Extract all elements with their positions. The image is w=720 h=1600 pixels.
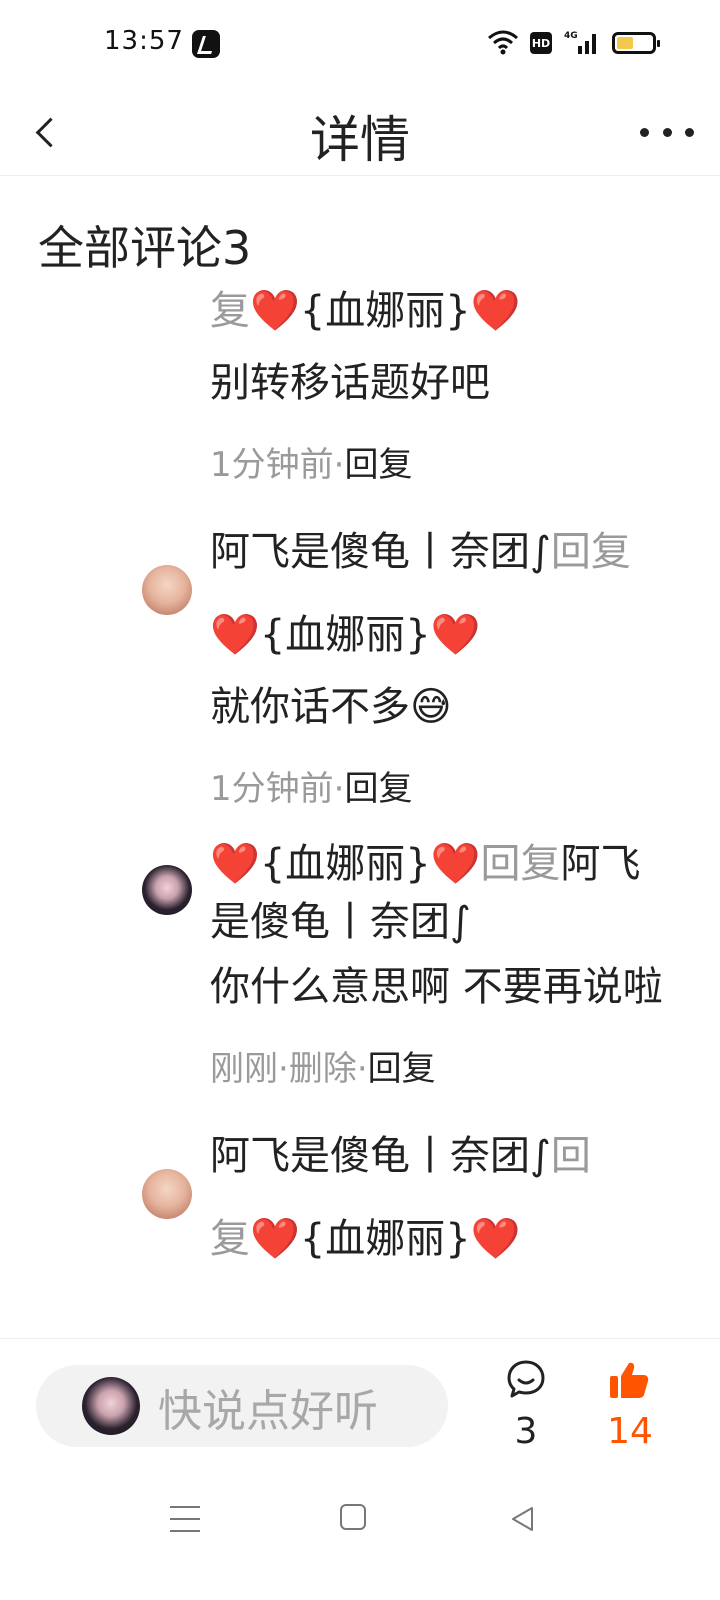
delete-button[interactable]: 删除 bbox=[289, 1049, 357, 1089]
input-placeholder: 快说点好听 bbox=[158, 1386, 378, 1437]
user-avatar[interactable] bbox=[142, 865, 192, 915]
reply-word-end: 复 bbox=[210, 1216, 250, 1262]
heart-emoji: ❤️ bbox=[470, 288, 521, 334]
more-dot-icon bbox=[640, 127, 649, 137]
reply-word: 回复 bbox=[480, 841, 561, 887]
reply-button[interactable]: 回复 bbox=[368, 1049, 436, 1089]
comment-body: 别转移话题好吧 bbox=[210, 360, 490, 406]
heart-emoji: ❤️ bbox=[470, 1216, 521, 1262]
reply-target-name[interactable]: {血娜丽} bbox=[300, 1216, 471, 1262]
nav-home-button[interactable] bbox=[340, 1504, 366, 1530]
like-button[interactable]: 14 bbox=[598, 1359, 662, 1459]
signal-icon: 4G bbox=[564, 31, 596, 54]
comment-header-line: ❤️{血娜丽}❤️回复阿飞是傻龟丨奈团∫ bbox=[210, 835, 680, 951]
reply-target-name[interactable]: {血娜丽} bbox=[260, 612, 431, 658]
meta-separator: · bbox=[356, 1049, 368, 1089]
comment-reply-line: 复❤️{血娜丽}❤️ bbox=[210, 286, 680, 353]
thumbs-up-icon bbox=[610, 1362, 649, 1398]
comment-meta: 1分钟前·回复 bbox=[210, 765, 680, 813]
wifi-icon bbox=[488, 30, 518, 55]
comment-header-line: 阿飞是傻龟丨奈团∫回复 ❤️{血娜丽}❤️ bbox=[210, 511, 680, 677]
meta-separator: · bbox=[333, 769, 345, 809]
page-title: 详情 bbox=[310, 111, 410, 169]
reply-target-name-start[interactable]: 阿 bbox=[561, 841, 601, 887]
my-avatar bbox=[82, 1377, 140, 1435]
comment-body: 就你话不多😅 bbox=[210, 684, 452, 730]
comment-time: 刚刚 bbox=[210, 1049, 278, 1089]
nav-back-button[interactable] bbox=[508, 1504, 538, 1534]
all-comments-title: 全部评论3 bbox=[38, 221, 252, 275]
reply-word: 复 bbox=[210, 288, 250, 334]
reply-word-start: 回 bbox=[550, 1133, 591, 1179]
like-count: 14 bbox=[607, 1411, 653, 1452]
comment-item: 阿飞是傻龟丨奈团∫回 复❤️{血娜丽}❤️ bbox=[0, 1115, 720, 1281]
network-type-label: 4G bbox=[564, 31, 578, 41]
status-time: 13:57 bbox=[104, 26, 184, 56]
app-notification-icon bbox=[192, 30, 220, 58]
hd-icon: HD bbox=[530, 32, 552, 54]
user-avatar[interactable] bbox=[142, 565, 192, 615]
comment-item: 复❤️{血娜丽}❤️ 别转移话题好吧 1分钟前·回复 bbox=[0, 286, 720, 489]
user-avatar[interactable] bbox=[142, 1169, 192, 1219]
header-bar: 详情 bbox=[0, 88, 720, 176]
comment-header-line-continued: 复❤️{血娜丽}❤️ bbox=[210, 1198, 680, 1281]
commenter-name[interactable]: {血娜丽} bbox=[260, 841, 431, 887]
reply-button[interactable]: 回复 bbox=[344, 445, 412, 485]
more-options-button[interactable] bbox=[640, 114, 694, 150]
comment-meta: 刚刚·删除·回复 bbox=[210, 1045, 680, 1093]
chat-bubble-icon bbox=[507, 1360, 545, 1398]
comment-count-button[interactable]: 3 bbox=[500, 1359, 552, 1459]
commenter-name[interactable]: 阿飞是傻龟丨奈团∫ bbox=[210, 529, 551, 575]
comment-input[interactable]: 快说点好听 bbox=[36, 1365, 448, 1447]
comment-body: 你什么意思啊 不要再说啦 bbox=[210, 964, 663, 1010]
comment-meta: 1分钟前·回复 bbox=[210, 441, 680, 489]
commenter-name[interactable]: 阿飞是傻龟丨奈团∫ bbox=[210, 1133, 551, 1179]
system-nav-bar bbox=[0, 1468, 720, 1600]
status-bar: 13:57 HD 4G bbox=[0, 0, 720, 88]
reply-word: 回复 bbox=[550, 529, 631, 575]
meta-separator: · bbox=[278, 1049, 289, 1089]
more-dot-icon bbox=[662, 127, 672, 137]
heart-emoji: ❤️ bbox=[250, 288, 300, 334]
reply-target-name[interactable]: {血娜丽} bbox=[300, 288, 471, 334]
meta-separator: · bbox=[333, 445, 345, 485]
comment-input-bar: 快说点好听 3 14 bbox=[0, 1338, 720, 1468]
heart-emoji: ❤️ bbox=[250, 1216, 300, 1262]
reply-button[interactable]: 回复 bbox=[344, 769, 412, 809]
more-dot-icon bbox=[685, 127, 694, 137]
comment-header-line: 阿飞是傻龟丨奈团∫回 bbox=[210, 1115, 680, 1198]
comment-item: 阿飞是傻龟丨奈团∫回复❤️{血娜丽}❤️ 就你话不多😅 1分钟前·回复 bbox=[0, 511, 720, 813]
comment-time: 1分钟前 bbox=[210, 769, 334, 809]
battery-icon bbox=[612, 32, 660, 54]
heart-emoji: ❤️ bbox=[430, 612, 481, 658]
comment-list[interactable]: 复❤️{血娜丽}❤️ 别转移话题好吧 1分钟前·回复 阿飞是傻龟丨奈团∫回复❤️… bbox=[0, 286, 720, 1338]
comment-count: 3 bbox=[514, 1411, 538, 1452]
comment-time: 1分钟前 bbox=[210, 445, 334, 485]
heart-emoji: ❤️ bbox=[430, 841, 481, 887]
comment-item: ❤️{血娜丽}❤️回复阿飞是傻龟丨奈团∫ 你什么意思啊 不要再说啦 刚刚·删除·… bbox=[0, 835, 720, 1093]
heart-emoji: ❤️ bbox=[210, 612, 260, 658]
nav-menu-button[interactable] bbox=[170, 1506, 200, 1532]
heart-emoji: ❤️ bbox=[210, 841, 260, 887]
